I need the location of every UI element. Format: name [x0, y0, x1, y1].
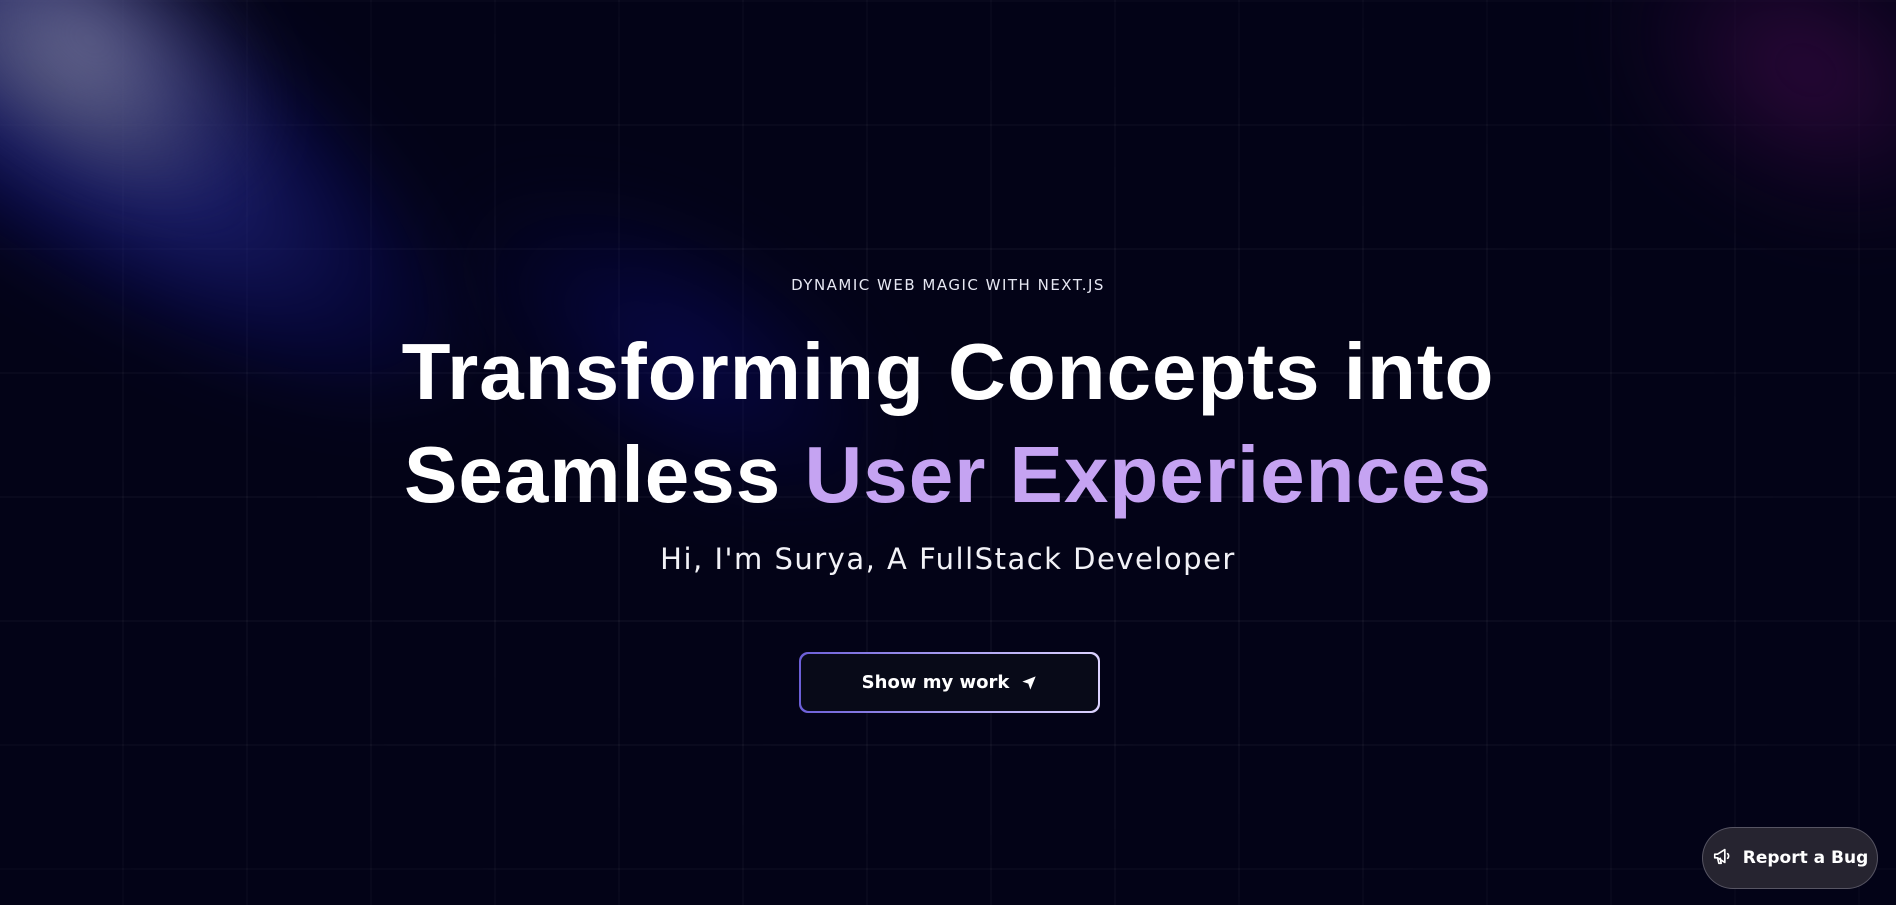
show-my-work-button[interactable]: Show my work	[799, 652, 1100, 713]
send-arrow-icon	[1021, 675, 1037, 691]
report-bug-label: Report a Bug	[1742, 848, 1869, 868]
hero-subtitle: Hi, I'm Surya, A FullStack Developer	[660, 542, 1236, 576]
headline-accent: User Experiences	[804, 430, 1492, 519]
hero-eyebrow: DYNAMIC WEB MAGIC WITH NEXT.JS	[791, 276, 1105, 294]
headline-line-2-plain: Seamless	[404, 430, 805, 519]
hero-headline: Transforming Concepts into Seamless User…	[0, 320, 1896, 526]
show-my-work-label: Show my work	[861, 672, 1010, 693]
report-bug-button[interactable]: Report a Bug	[1702, 827, 1878, 889]
show-my-work-button-inner[interactable]: Show my work	[801, 654, 1098, 711]
megaphone-icon	[1712, 845, 1734, 872]
headline-line-1: Transforming Concepts into	[401, 327, 1495, 416]
hero-page: DYNAMIC WEB MAGIC WITH NEXT.JS Transform…	[0, 0, 1896, 905]
